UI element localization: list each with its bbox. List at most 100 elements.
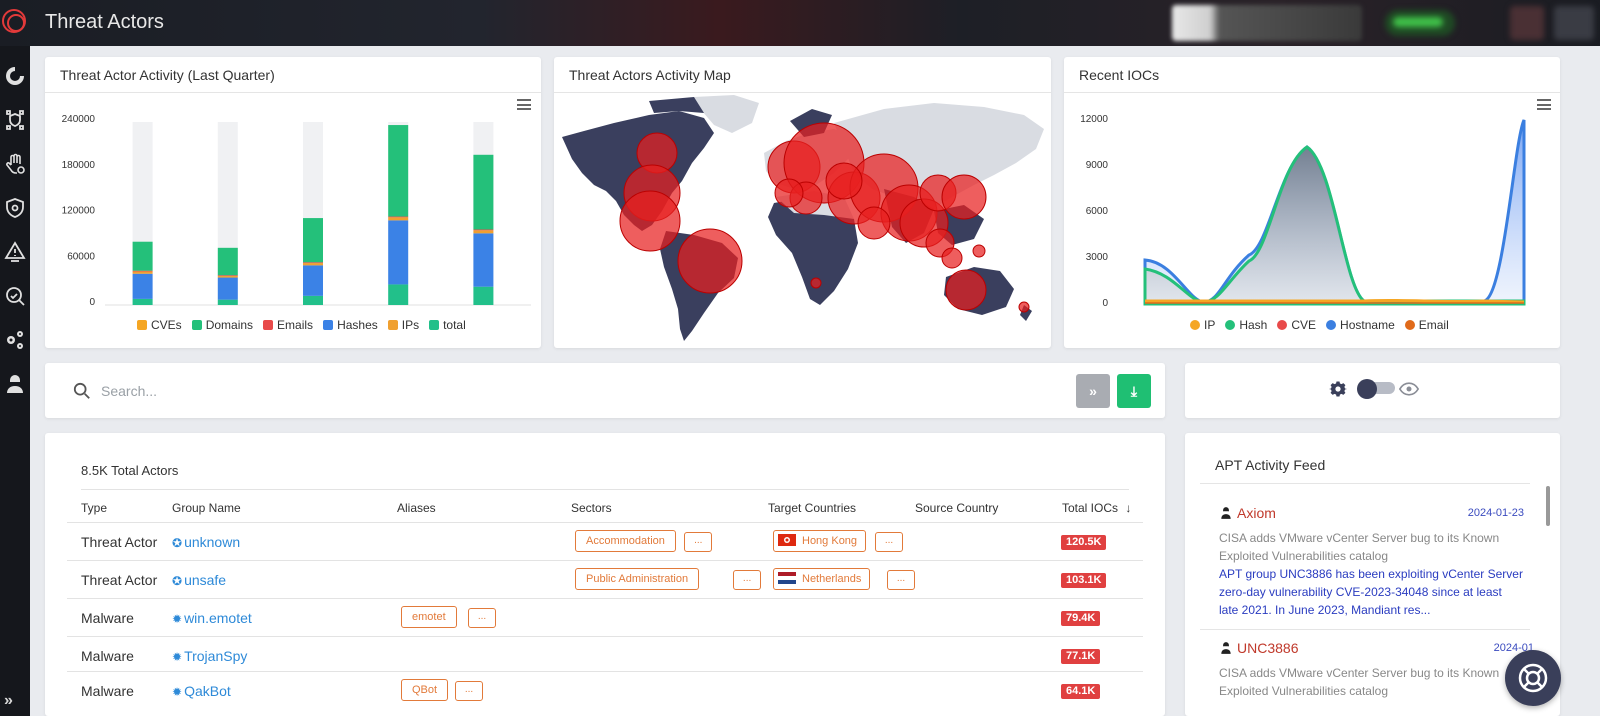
row-group-link[interactable]: ✹ QakBot [172, 683, 231, 699]
investigate-icon[interactable] [3, 284, 27, 308]
notifications-icon[interactable] [1510, 6, 1544, 40]
sector-more-button[interactable]: ... [684, 532, 713, 552]
legend-item[interactable]: Email [1404, 318, 1449, 332]
legend-label: Hostname [1340, 318, 1395, 332]
alias-tag[interactable]: QBot [401, 679, 449, 701]
app-logo-icon[interactable] [2, 9, 26, 33]
recent-iocs-card: Recent IOCs 12000 9000 6000 3000 0 IP Hash CVE… [1064, 57, 1560, 348]
table-divider [81, 489, 1129, 490]
legend-item[interactable]: IP [1190, 318, 1215, 332]
settings-icon[interactable] [1554, 6, 1594, 40]
threat-actor-shield-icon[interactable] [3, 108, 27, 132]
lifebuoy-icon [1518, 663, 1548, 693]
dashboard-icon[interactable] [3, 64, 27, 88]
bar-segment-total [473, 286, 494, 305]
hacker-icon [1221, 507, 1231, 519]
table-row[interactable]: Threat Actor ✪ unknown Accommodation... Hong… [67, 522, 1143, 560]
feed-item[interactable]: UNC3886 2024-01 CISA adds VMware vCenter… [1219, 640, 1534, 700]
alias-tag[interactable]: emotet [401, 606, 457, 628]
search-input[interactable] [101, 377, 1001, 405]
bar-segment-total [388, 284, 409, 305]
malware-bug-icon: ✹ [172, 685, 183, 699]
legend-swatch [263, 320, 274, 330]
alert-monitor-icon[interactable] [3, 240, 27, 264]
shield-eye-icon[interactable] [3, 196, 27, 220]
feed-scrollbar[interactable] [1546, 486, 1550, 526]
activity-map-card: Threat Actors Activity Map [554, 57, 1051, 348]
user-menu[interactable] [1172, 5, 1362, 41]
col-header-sectors[interactable]: Sectors [571, 501, 612, 515]
row-group-link[interactable]: ✹ win.emotet [172, 610, 252, 626]
gear-icon[interactable] [1329, 380, 1347, 398]
feed-body[interactable]: APT group UNC3886 has been exploiting vC… [1219, 565, 1524, 619]
row-group-link[interactable]: ✹ TrojanSpy [172, 648, 247, 664]
col-header-targets[interactable]: Target Countries [768, 501, 856, 515]
legend-item[interactable]: Hashes [323, 318, 378, 332]
gears-icon[interactable] [3, 328, 27, 352]
feed-item[interactable]: Axiom 2024-01-23 CISA adds VMware vCente… [1219, 505, 1524, 619]
legend-label: IP [1204, 318, 1216, 332]
help-button[interactable] [1505, 650, 1561, 706]
map-bubble [774, 178, 804, 208]
legend-item[interactable]: total [429, 318, 466, 332]
hand-icon[interactable] [3, 152, 27, 176]
alias-more-button[interactable]: ... [468, 608, 496, 628]
expand-sidebar-icon[interactable]: » [4, 692, 13, 710]
sector-tag[interactable]: Public Administration [575, 568, 700, 590]
page-title: Threat Actors [45, 11, 164, 33]
row-group-link[interactable]: ✪ unknown [172, 534, 240, 550]
bar-segment-emails [217, 275, 238, 277]
target-country-tag[interactable]: Netherlands [773, 568, 871, 590]
sidebar: » [0, 46, 30, 716]
download-button[interactable]: ⤓ [1117, 374, 1151, 408]
bar-segment-ips [303, 263, 323, 266]
col-header-group[interactable]: Group Name [172, 501, 241, 515]
hacker-icon[interactable] [3, 372, 27, 396]
target-country-tag[interactable]: Hong Kong [773, 530, 867, 552]
row-type: Threat Actor [81, 534, 158, 550]
table-row[interactable]: Malware ✹ TrojanSpy 77.1K [67, 636, 1143, 674]
row-group-name: win.emotet [184, 610, 252, 626]
row-group-link[interactable]: ✪ unsafe [172, 572, 226, 588]
legend-item[interactable]: Hostname [1326, 318, 1395, 332]
bar-segment-hashes [473, 233, 494, 287]
bar-segment-emails [132, 270, 153, 272]
alias-more-button[interactable]: ... [455, 681, 483, 701]
table-row[interactable]: Malware ✹ win.emotet emotet... 79.4K [67, 598, 1143, 636]
feed-actor[interactable]: UNC3886 [1219, 640, 1298, 656]
legend-item[interactable]: CVE [1277, 318, 1316, 332]
feed-actor[interactable]: Axiom [1219, 505, 1276, 521]
bar-segment-domains [132, 241, 153, 271]
apt-feed-card: APT Activity Feed Axiom 2024-01-23 CISA … [1185, 433, 1560, 716]
sort-desc-icon[interactable]: ↓ [1125, 501, 1131, 515]
sector-tag[interactable]: Accommodation [575, 530, 676, 552]
table-row[interactable]: Malware ✹ QakBot QBot... 64.1K [67, 671, 1143, 709]
total-iocs-badge: 77.1K [1061, 649, 1101, 664]
feed-subtitle: CISA adds VMware vCenter Server bug to i… [1219, 531, 1500, 563]
table-row[interactable]: Threat Actor ✪ unsafe Public Administration… [67, 560, 1143, 598]
col-header-type[interactable]: Type [81, 501, 107, 515]
target-more-button[interactable]: ... [887, 570, 915, 590]
col-header-aliases[interactable]: Aliases [397, 501, 436, 515]
legend-label: Domains [205, 318, 254, 332]
view-toggle-knob[interactable] [1357, 379, 1377, 399]
legend-item[interactable]: IPs [387, 318, 419, 332]
legend-item[interactable]: Hash [1225, 318, 1267, 332]
legend-item[interactable]: Emails [263, 318, 313, 332]
legend-item[interactable]: Domains [191, 318, 254, 332]
target-more-button[interactable]: ... [875, 532, 903, 552]
feed-subtitle: CISA adds VMware vCenter Server bug to i… [1219, 666, 1500, 698]
bar-segment-domains [217, 247, 238, 276]
row-group-name: unknown [184, 534, 241, 550]
col-header-source[interactable]: Source Country [915, 501, 998, 515]
col-header-iocs[interactable]: Total IOCs ↓ [1062, 501, 1131, 515]
bar-segment-ips [473, 230, 494, 234]
legend-item[interactable]: CVEs [137, 318, 182, 332]
flag-hong-kong-icon [778, 534, 796, 547]
forward-button[interactable]: » [1076, 374, 1110, 408]
eye-icon[interactable] [1399, 381, 1419, 397]
bar-segment-total [303, 295, 323, 305]
y-tick-label: 60000 [67, 251, 95, 262]
sector-more-button[interactable]: ... [733, 570, 762, 590]
legend-swatch [1326, 320, 1337, 330]
